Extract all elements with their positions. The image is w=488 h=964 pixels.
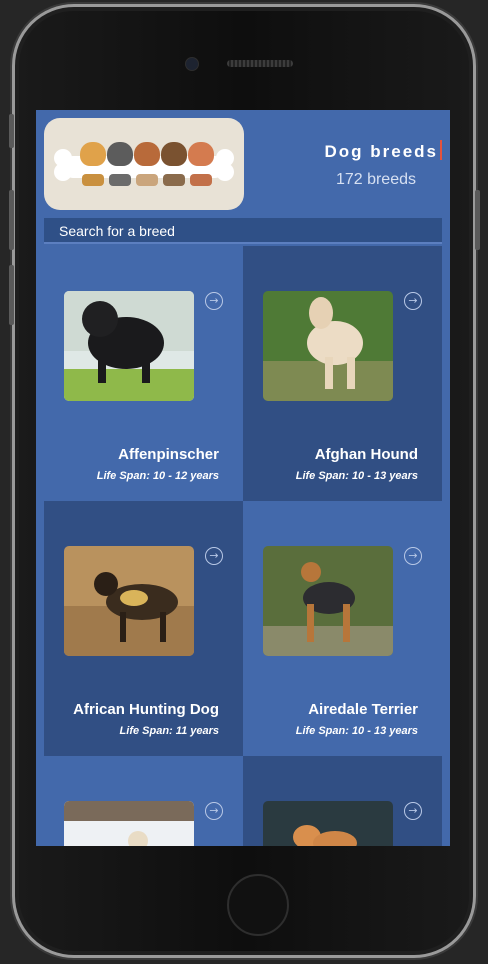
search-input[interactable]: Search for a breed [44, 218, 442, 244]
breed-photo [263, 801, 393, 846]
breed-card[interactable]: → [243, 756, 442, 846]
app-logo [44, 118, 244, 210]
arrow-right-circle-icon[interactable]: → [404, 802, 422, 820]
breed-photo [263, 546, 393, 656]
dog-illustration [107, 142, 133, 166]
breed-photo [64, 291, 194, 401]
breed-photo [64, 546, 194, 656]
arrow-right-circle-icon[interactable]: → [205, 802, 223, 820]
breed-life-span: Life Span: 11 years [119, 725, 219, 737]
text-cursor [440, 140, 442, 160]
breed-name: Airedale Terrier [308, 701, 418, 718]
volume-up-button [9, 190, 14, 250]
breed-life-span: Life Span: 10 - 13 years [295, 470, 418, 482]
arrow-right-circle-icon[interactable]: → [205, 547, 223, 565]
volume-down-button [9, 265, 14, 325]
breed-card[interactable]: → Affenpinscher Life Span: 10 - 12 years [44, 246, 243, 501]
breed-card[interactable]: → African Hunting Dog Life Span: 11 year… [44, 501, 243, 756]
dog-illustration [80, 142, 106, 166]
breed-name: Afghan Hound [314, 446, 418, 463]
breed-name: Affenpinscher [118, 446, 219, 463]
breed-name: African Hunting Dog [73, 701, 219, 718]
breed-card[interactable]: → Afghan Hound Life Span: 10 - 13 years [243, 246, 442, 501]
power-button [475, 190, 480, 250]
breed-grid: → Affenpinscher Life Span: 10 - 12 years… [44, 246, 442, 846]
breed-life-span: Life Span: 10 - 12 years [96, 470, 219, 482]
breed-photo [263, 291, 393, 401]
dog-illustration [188, 142, 214, 166]
page-title: Dog breeds [324, 140, 442, 162]
breed-photo [64, 801, 194, 846]
breed-life-span: Life Span: 10 - 13 years [295, 725, 418, 737]
arrow-right-circle-icon[interactable]: → [404, 547, 422, 565]
dog-illustration [161, 142, 187, 166]
app-screen: Dog breeds 172 breeds Search for a breed… [36, 110, 450, 846]
mute-switch [9, 114, 14, 148]
breed-card[interactable]: → Airedale Terrier Life Span: 10 - 13 ye… [243, 501, 442, 756]
breed-card[interactable]: → [44, 756, 243, 846]
earpiece-speaker [227, 60, 293, 67]
home-button[interactable] [227, 874, 289, 936]
arrow-right-circle-icon[interactable]: → [205, 292, 223, 310]
dog-illustration [134, 142, 160, 166]
front-camera [185, 57, 199, 71]
breed-count: 172 breeds [335, 171, 416, 188]
arrow-right-circle-icon[interactable]: → [404, 292, 422, 310]
